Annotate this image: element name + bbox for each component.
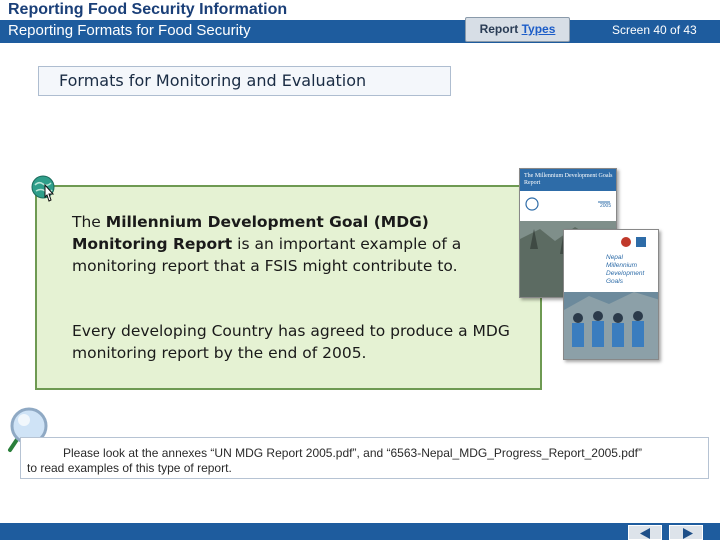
un-report-year: 2005 xyxy=(600,203,612,209)
arrow-left-icon xyxy=(640,528,650,539)
nepal-mdg-report-cover: Nepal Millennium Development Goals xyxy=(563,229,659,360)
app-title: Reporting Food Security Information xyxy=(8,1,288,18)
arrow-right-icon xyxy=(683,528,693,539)
report-types-link[interactable]: Types xyxy=(522,22,556,36)
deadline-paragraph: Every developing Country has agreed to p… xyxy=(72,322,510,362)
annex-note: Please look at the annexes “UN MDG Repor… xyxy=(20,437,709,479)
annex-note-line2: to read examples of this type of report. xyxy=(27,461,232,475)
content-panel: The Millennium Development Goal (MDG) Mo… xyxy=(35,185,542,390)
footer-bar xyxy=(0,523,720,540)
module-title: Reporting Formats for Food Security xyxy=(8,22,251,39)
nepal-title-line2: Millennium xyxy=(606,262,638,269)
nepal-report-title: Nepal Millennium Development Goals xyxy=(606,254,658,286)
nepal-title-line1: Nepal xyxy=(606,254,623,261)
screen-counter: Screen 40 of 43 xyxy=(612,23,697,37)
un-report-title: The Millennium Development Goals Report xyxy=(524,173,613,186)
report-types-button[interactable]: Report Types xyxy=(465,17,570,42)
annex-note-line1: Please look at the annexes “UN MDG Repor… xyxy=(63,446,642,460)
section-title: Formats for Monitoring and Evaluation xyxy=(38,66,451,96)
mdg-intro: The xyxy=(72,213,106,231)
next-button[interactable] xyxy=(669,525,703,540)
annex-note-text: Please look at the annexes “UN MDG Repor… xyxy=(27,446,701,476)
back-button[interactable] xyxy=(628,525,662,540)
header-bar: Reporting Formats for Food Security Repo… xyxy=(0,17,720,43)
header-top: Reporting Food Security Information xyxy=(0,0,720,20)
mdg-paragraph: The Millennium Development Goal (MDG) Mo… xyxy=(72,211,522,277)
nepal-title-line3: Development Goals xyxy=(606,270,645,285)
report-types-prefix: Report xyxy=(479,22,522,36)
globe-pointer-icon[interactable] xyxy=(31,175,59,203)
